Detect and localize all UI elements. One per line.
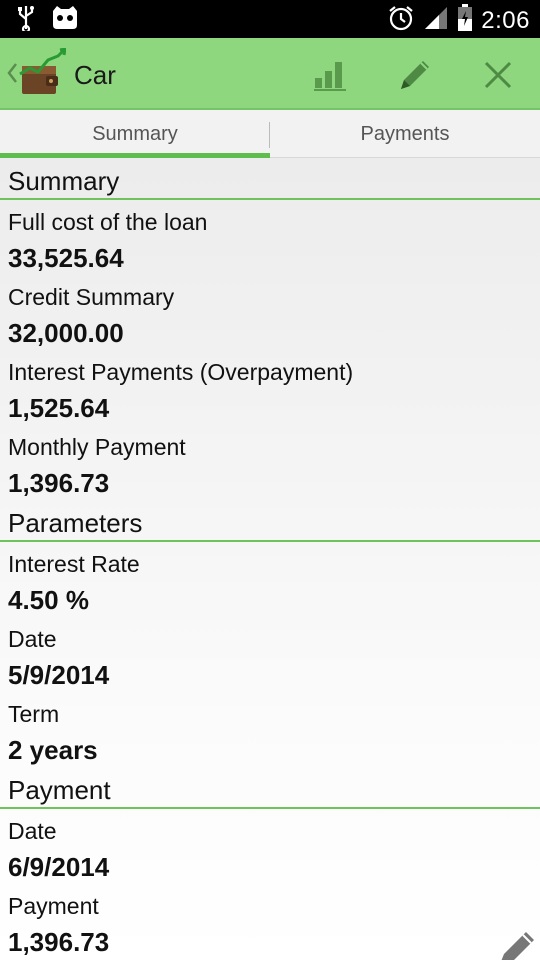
field-label: Monthly Payment [8, 434, 186, 460]
field-value: 4.50 % [8, 585, 89, 615]
section-header-parameters: Parameters [0, 502, 540, 542]
field-label: Date [8, 818, 57, 844]
field-label: Credit Summary [8, 284, 175, 310]
tab-summary-label: Summary [92, 123, 178, 145]
field-value: 33,525.64 [8, 243, 124, 273]
tab-bar: Summary Payments [0, 110, 540, 158]
field-value: 6/9/2014 [8, 852, 110, 882]
field-label: Term [8, 701, 60, 727]
android-icon [50, 5, 80, 36]
clock: 2:06 [481, 6, 530, 34]
alarm-icon [387, 4, 415, 37]
chart-icon[interactable] [305, 50, 355, 100]
field-value: 32,000.00 [8, 318, 124, 348]
field-value: 5/9/2014 [8, 660, 110, 690]
field-label: Interest Payments (Overpayment) [8, 359, 354, 385]
section-title: Parameters [8, 508, 143, 538]
edit-payment-icon[interactable] [496, 924, 540, 960]
field-label: Interest Rate [8, 551, 140, 577]
action-bar: Car [0, 38, 540, 110]
field-label: Payment [8, 893, 99, 919]
section-title: Payment [8, 775, 111, 805]
section-title: Summary [8, 166, 120, 196]
close-icon[interactable] [473, 50, 523, 100]
field-label: Date [8, 626, 57, 652]
field-value: 1,396.73 [8, 927, 110, 957]
field-label: Full cost of the loan [8, 209, 208, 235]
section-header-payment: Payment [0, 769, 540, 809]
field-value: 1,396.73 [8, 468, 110, 498]
screen-title: Car [74, 60, 116, 90]
battery-icon [457, 4, 473, 37]
usb-icon [16, 5, 36, 36]
wallet-app-icon[interactable] [18, 47, 67, 100]
tab-payments-label: Payments [360, 123, 450, 145]
status-bar: 2:06 [0, 0, 540, 38]
edit-icon[interactable] [390, 50, 440, 100]
field-value: 1,525.64 [8, 393, 110, 423]
section-header-summary: Summary [0, 160, 540, 200]
field-value: 2 years [8, 735, 98, 765]
tab-payments[interactable]: Payments [270, 110, 540, 158]
signal-icon [423, 5, 449, 36]
up-chevron-icon[interactable] [6, 62, 18, 84]
tab-summary[interactable]: Summary [0, 110, 270, 158]
